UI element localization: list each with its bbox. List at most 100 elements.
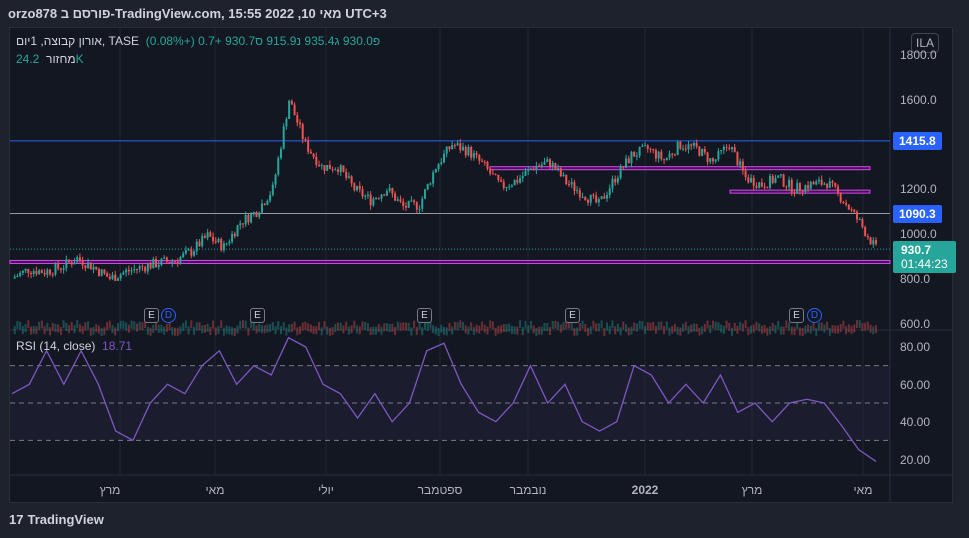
candle xyxy=(182,253,185,258)
candle xyxy=(133,268,136,271)
chart-canvas[interactable] xyxy=(0,0,969,538)
brand-text: TradingView xyxy=(27,512,104,527)
candle xyxy=(429,183,432,185)
volume-bar xyxy=(353,320,356,329)
dividend-marker[interactable]: D xyxy=(161,308,176,323)
candle xyxy=(163,257,166,259)
candle xyxy=(551,162,554,167)
candle xyxy=(554,162,557,170)
volume-bar xyxy=(630,326,633,335)
candle xyxy=(184,250,187,254)
candle xyxy=(847,204,850,210)
candle xyxy=(342,165,345,172)
volume-bar xyxy=(842,320,845,329)
volume-bar xyxy=(671,325,674,334)
volume-bar xyxy=(440,324,443,333)
volume-bar xyxy=(366,323,369,332)
volume-bar xyxy=(472,326,475,335)
rsi-y-tick: 20.00 xyxy=(900,453,931,467)
earnings-marker[interactable]: E xyxy=(250,308,265,323)
rsi-value: 18.71 xyxy=(102,339,133,353)
volume-bar xyxy=(220,320,223,329)
earnings-marker[interactable]: E xyxy=(417,308,432,323)
candle xyxy=(739,161,742,166)
volume-bar xyxy=(331,327,334,336)
candle xyxy=(40,270,43,273)
price-tag-line2: 1090.3 xyxy=(893,205,942,223)
candle xyxy=(633,151,636,157)
volume-bar xyxy=(49,327,52,336)
candle xyxy=(157,264,160,267)
candle xyxy=(475,153,478,155)
candle xyxy=(459,143,462,151)
volume-bar xyxy=(755,321,758,330)
candle xyxy=(312,153,315,157)
volume-bar xyxy=(149,327,152,336)
candle xyxy=(809,181,812,189)
volume-bar xyxy=(78,324,81,333)
volume-bar xyxy=(467,326,470,335)
candle xyxy=(872,240,875,245)
volume-bar xyxy=(30,326,33,335)
candle xyxy=(565,174,568,185)
candle xyxy=(535,165,538,170)
volume-bar xyxy=(380,326,383,335)
candle xyxy=(470,147,473,158)
volume-bar xyxy=(706,320,709,329)
volume-bar xyxy=(635,323,638,332)
dividend-marker[interactable]: D xyxy=(807,308,822,323)
volume-bar xyxy=(190,320,193,329)
candle xyxy=(676,141,679,155)
volume-bar xyxy=(698,327,701,336)
candle xyxy=(782,174,785,187)
volume-bar xyxy=(551,320,554,329)
volume-bar xyxy=(850,326,853,335)
candle xyxy=(394,193,397,201)
high-label: ג xyxy=(334,34,340,48)
symbol-legend: אורון קבוצה, 1יום, TASE פ930.0 ג935.4 נ9… xyxy=(16,34,380,48)
earnings-marker[interactable]: E xyxy=(565,308,580,323)
candle xyxy=(451,145,454,149)
volume-bar xyxy=(326,326,329,335)
candle xyxy=(445,146,448,154)
earnings-marker[interactable]: E xyxy=(789,308,804,323)
candle xyxy=(125,269,128,273)
symbol-name[interactable]: אורון קבוצה, 1יום, TASE xyxy=(16,34,139,48)
candle xyxy=(81,260,84,266)
candle xyxy=(573,182,576,191)
volume-bar xyxy=(217,326,220,335)
volume-bar xyxy=(350,325,353,334)
candle xyxy=(845,202,848,205)
volume-bar xyxy=(32,325,35,334)
candle xyxy=(644,145,647,147)
candle xyxy=(19,272,22,276)
candle xyxy=(747,177,750,183)
earnings-marker[interactable]: E xyxy=(144,308,159,323)
volume-bar xyxy=(364,321,367,330)
volume-bar xyxy=(165,323,168,332)
volume-bar xyxy=(559,324,562,333)
volume-bar xyxy=(464,325,467,334)
candle xyxy=(279,148,282,158)
volume-bar xyxy=(684,321,687,330)
volume-bar xyxy=(24,324,27,333)
volume-bar xyxy=(369,327,372,336)
candle xyxy=(646,145,649,149)
candle xyxy=(209,232,212,237)
volume-bar xyxy=(676,326,679,335)
volume-bar xyxy=(777,320,780,329)
volume-bar xyxy=(570,321,573,330)
volume-bar xyxy=(358,326,361,335)
rsi-label[interactable]: RSI (14, close) xyxy=(16,339,95,353)
volume-bar xyxy=(70,322,73,331)
candle xyxy=(76,257,79,263)
tradingview-logo[interactable]: 17 TradingView xyxy=(9,512,104,527)
candle xyxy=(456,143,459,146)
volume-bar xyxy=(820,322,823,331)
candle xyxy=(839,192,842,203)
volume-bar xyxy=(383,323,386,332)
volume-bar xyxy=(318,322,321,331)
candle xyxy=(491,173,494,175)
candle xyxy=(497,174,500,181)
volume-bar xyxy=(453,321,456,330)
